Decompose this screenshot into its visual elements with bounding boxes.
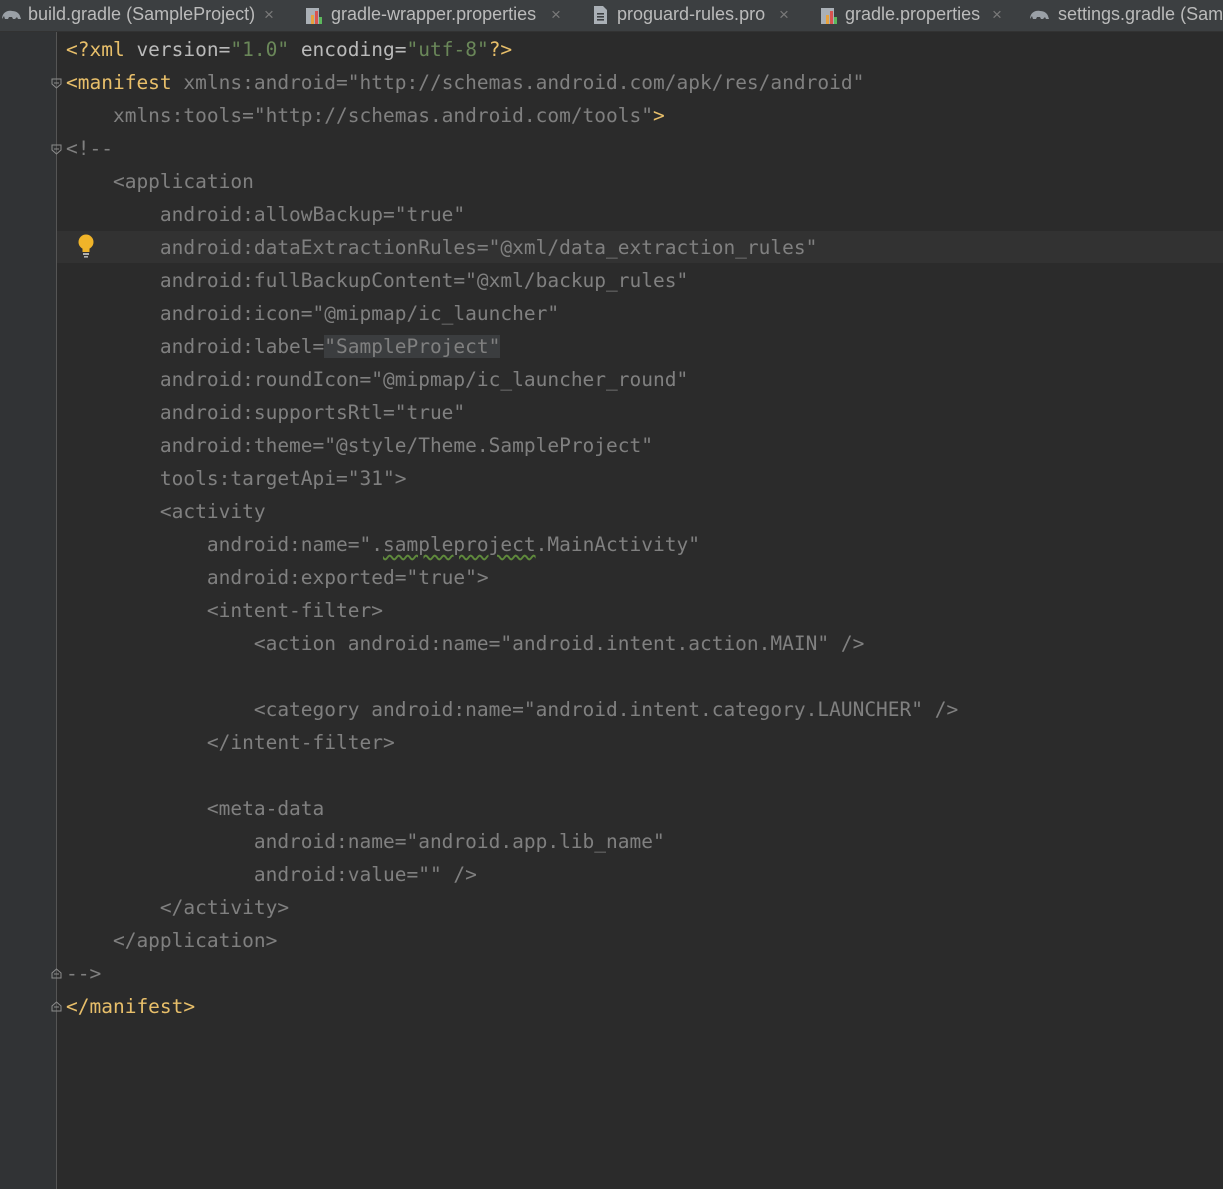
code-line: tools:targetApi="31"> (66, 467, 407, 490)
editor-tab-bar: build.gradle (SampleProject) × gradle-wr… (0, 0, 1223, 32)
code-line: android:roundIcon="@mipmap/ic_launcher_r… (66, 368, 689, 391)
code-line: android:value="" /> (66, 863, 477, 886)
code-line: <activity (66, 500, 266, 523)
code-line: android:fullBackupContent="@xml/backup_r… (66, 269, 689, 292)
code-line: <?xml version="1.0" encoding="utf-8"?> (66, 38, 513, 61)
gradle-elephant-icon (2, 10, 21, 19)
close-icon[interactable]: × (264, 0, 274, 29)
typo-underline: sampleproject (382, 533, 536, 556)
tab-label: settings.gradle (Sam (1058, 4, 1223, 24)
gutter-divider (56, 32, 57, 1189)
code-line: android:supportsRtl="true" (66, 401, 466, 424)
text-file-icon (594, 6, 607, 24)
code-line: --> (66, 962, 102, 985)
close-icon[interactable]: × (992, 0, 1002, 29)
code-line: <category android:name="android.intent.c… (66, 698, 959, 721)
code-line: android:icon="@mipmap/ic_launcher" (66, 302, 560, 325)
code-line: </manifest> (66, 995, 196, 1018)
code-line: android:theme="@style/Theme.SampleProjec… (66, 434, 653, 457)
fold-end-icon[interactable] (51, 968, 62, 979)
gradle-elephant-icon (1030, 10, 1049, 19)
code-line: <application (66, 170, 254, 193)
properties-file-icon (306, 8, 322, 24)
code-line: </application> (66, 929, 278, 952)
code-line: android:label="SampleProject" (66, 335, 501, 358)
code-line: <manifest xmlns:android="http://schemas.… (66, 71, 865, 94)
fold-collapse-icon[interactable] (51, 144, 62, 155)
code-line: android:allowBackup="true" (66, 203, 466, 226)
code-line: xmlns:tools="http://schemas.android.com/… (66, 104, 665, 127)
code-line: <action android:name="android.intent.act… (66, 632, 865, 655)
tab-build-gradle[interactable]: build.gradle (SampleProject) × (0, 0, 290, 31)
tab-label: gradle-wrapper.properties (331, 4, 537, 24)
close-icon[interactable]: × (551, 0, 561, 29)
tab-gradle-wrapper-properties[interactable]: gradle-wrapper.properties × (303, 0, 573, 31)
fold-end-icon[interactable] (51, 1001, 62, 1012)
code-line: </intent-filter> (66, 731, 395, 754)
search-highlight: "SampleProject" (324, 335, 501, 358)
tab-proguard-rules[interactable]: proguard-rules.pro × (590, 0, 805, 31)
code-line: <meta-data (66, 797, 325, 820)
fold-collapse-icon[interactable] (51, 78, 62, 89)
code-line: android:dataExtractionRules="@xml/data_e… (66, 236, 818, 259)
editor-gutter (0, 32, 56, 1189)
code-line: android:name="android.app.lib_name" (66, 830, 665, 853)
code-line: <intent-filter> (66, 599, 383, 622)
properties-file-icon (821, 8, 837, 24)
tab-settings-gradle[interactable]: settings.gradle (Sam (1028, 0, 1223, 31)
tab-label: build.gradle (SampleProject) (28, 4, 256, 24)
tab-gradle-properties[interactable]: gradle.properties × (818, 0, 1013, 31)
code-line: <!-- (66, 137, 113, 160)
code-line: android:exported="true"> (66, 566, 489, 589)
tab-label: proguard-rules.pro (617, 4, 766, 24)
tab-label: gradle.properties (845, 4, 981, 24)
code-line: </activity> (66, 896, 290, 919)
close-icon[interactable]: × (779, 0, 789, 29)
code-line: android:name=".sampleproject.MainActivit… (66, 533, 700, 556)
